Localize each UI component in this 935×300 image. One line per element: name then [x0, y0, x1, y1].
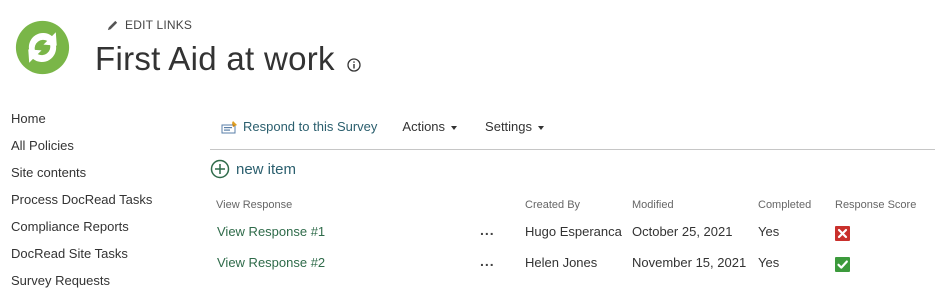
nav-item-home[interactable]: Home: [11, 111, 152, 138]
circular-arrows-logo-icon[interactable]: [14, 19, 71, 76]
pass-icon: [835, 257, 850, 272]
modified-cell: October 25, 2021: [632, 224, 733, 239]
edit-links-button[interactable]: EDIT LINKS: [106, 18, 192, 32]
chevron-down-icon: [451, 125, 458, 130]
column-header-response-score[interactable]: Response Score: [835, 199, 916, 211]
nav-item-docread-site-tasks[interactable]: DocRead Site Tasks: [11, 246, 152, 273]
actions-menu[interactable]: Actions: [402, 119, 458, 134]
fail-icon: [835, 226, 850, 241]
completed-cell: Yes: [758, 255, 780, 270]
completed-cell: Yes: [758, 224, 780, 239]
edit-links-label: EDIT LINKS: [125, 18, 193, 32]
column-header-completed[interactable]: Completed: [758, 199, 811, 211]
site-title[interactable]: First Aid at work: [95, 40, 335, 78]
settings-label: Settings: [485, 119, 533, 134]
item-menu-ellipsis[interactable]: ...: [480, 253, 495, 269]
nav-item-all-policies[interactable]: All Policies: [11, 138, 152, 165]
survey-respond-icon: [221, 120, 237, 133]
list-toolbar: Respond to this Survey Actions Settings: [221, 119, 545, 134]
modified-cell: November 15, 2021: [632, 255, 747, 270]
item-menu-ellipsis[interactable]: ...: [480, 222, 495, 238]
add-circle-icon: [210, 159, 230, 179]
chevron-down-icon: [538, 125, 545, 130]
nav-item-survey-requests[interactable]: Survey Requests: [11, 273, 152, 300]
respond-to-survey-button[interactable]: Respond to this Survey: [221, 119, 377, 134]
created-by-cell[interactable]: Hugo Esperanca: [525, 224, 622, 239]
actions-label: Actions: [402, 119, 446, 134]
new-item-button[interactable]: new item: [210, 159, 296, 179]
nav-item-compliance-reports[interactable]: Compliance Reports: [11, 219, 152, 246]
toolbar-divider: [210, 149, 935, 150]
created-by-cell[interactable]: Helen Jones: [525, 255, 597, 270]
nav-item-process-docread-tasks[interactable]: Process DocRead Tasks: [11, 192, 152, 219]
view-response-link[interactable]: View Response #2: [217, 255, 325, 270]
nav-item-site-contents[interactable]: Site contents: [11, 165, 152, 192]
info-icon[interactable]: [347, 58, 361, 72]
new-item-label: new item: [236, 160, 297, 178]
view-response-link[interactable]: View Response #1: [217, 224, 325, 239]
pencil-icon: [107, 20, 118, 30]
quick-launch-nav: Home All Policies Site contents Process …: [11, 111, 152, 300]
column-header-created-by[interactable]: Created By: [525, 199, 580, 211]
settings-menu[interactable]: Settings: [485, 119, 545, 134]
column-header-view-response[interactable]: View Response: [216, 199, 292, 211]
respond-label: Respond to this Survey: [243, 119, 378, 134]
column-header-modified[interactable]: Modified: [632, 199, 674, 211]
